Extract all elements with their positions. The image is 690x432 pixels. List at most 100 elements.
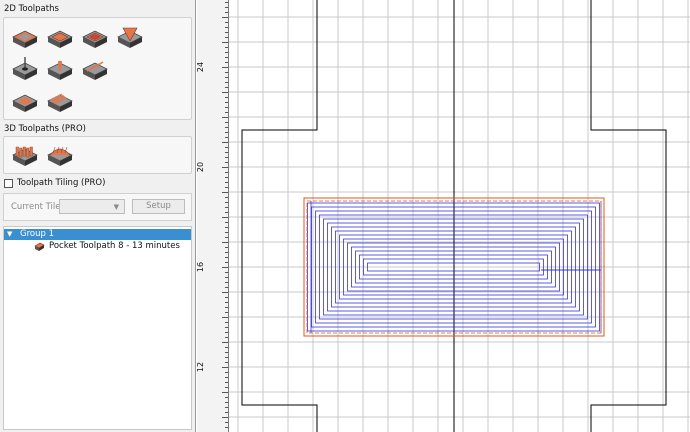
tree-group-row[interactable]: ▼ Group 1 [4,229,191,240]
toolpath-tiling-label: Toolpath Tiling (PRO) [17,178,106,188]
ruler-tick [222,167,228,168]
toolpaths-panel: 2D Toolpaths 3D Toolpaths (PRO) Toolpath… [0,0,196,432]
ruler-tick [225,147,228,148]
ruler-tick [225,227,228,228]
ruler-tick [222,42,228,43]
ruler-tick [225,257,228,258]
ruler-tick [225,32,228,33]
ruler-tick [222,292,228,293]
expand-arrow-icon[interactable]: ▼ [7,229,12,240]
ruler-tick [225,327,228,328]
ruler-tick [225,37,228,38]
2d-view[interactable] [229,0,690,432]
ruler-tick [225,162,228,163]
ruler-tick [225,352,228,353]
ruler-tick [222,392,228,393]
ruler-tick [225,7,228,8]
ruler-tick [222,217,228,218]
ruler-tick [225,82,228,83]
ruler-tick [225,297,228,298]
ruler-tick [225,137,228,138]
ruler-tick [222,367,228,368]
ruler-tick [225,422,228,423]
v-carve-toolpath-icon[interactable] [116,23,144,51]
ruler-tick [225,177,228,178]
ruler-tick [222,67,228,68]
ruler-tick [225,2,228,3]
ruler-tick [222,117,228,118]
ruler-tick [225,372,228,373]
ruler-tick [225,97,228,98]
ruler-tick [225,27,228,28]
ruler-tick [225,22,228,23]
2d-toolpaths-toolbox [3,17,192,120]
ruler-tick [225,287,228,288]
ruler-tick [225,132,228,133]
ruler-tick [225,252,228,253]
ruler-tick [225,222,228,223]
3d-finishing-toolpath-icon[interactable] [46,141,74,169]
ruler-tick [225,377,228,378]
ruler-tick [225,202,228,203]
ruler-tick [222,242,228,243]
ruler-tick [222,92,228,93]
ruler-tick [225,182,228,183]
ruler-tick [225,107,228,108]
ruler-tick [225,47,228,48]
ruler-tick [225,232,228,233]
pocket-toolpath-icon[interactable] [46,23,74,51]
3d-toolpaths-toolbox [3,136,192,174]
ruler-tick [225,412,228,413]
ruler-tick [225,12,228,13]
current-tile-dropdown[interactable]: ▼ [59,199,125,214]
current-tile-row: Current Tile ▼ Setup [3,193,192,221]
ruler-tick [225,62,228,63]
ruler-tick [225,312,228,313]
ruler-tick [225,72,228,73]
ruler-tick [225,272,228,273]
ruler-label: 16 [196,261,205,273]
ruler-tick [225,77,228,78]
ruler-tick [225,322,228,323]
ruler-tick [225,282,228,283]
ruler-tick [225,57,228,58]
2d-view-drawing[interactable] [229,0,690,432]
ruler-tick [225,337,228,338]
ruler-tick [222,342,228,343]
ruler-tick [225,277,228,278]
ruler-tick [225,127,228,128]
ruler-tick [225,247,228,248]
3d-roughing-toolpath-icon[interactable] [11,141,39,169]
ruler-tick [222,17,228,18]
texture-toolpath-icon[interactable] [81,55,109,83]
fluting-toolpath-icon[interactable] [46,55,74,83]
ruler-tick [225,52,228,53]
ruler-tick [222,317,228,318]
ruler-label: 20 [196,161,205,173]
ruler-tick [225,302,228,303]
profile-toolpath-icon[interactable] [11,23,39,51]
ruler-tick [225,187,228,188]
ruler-tick [225,347,228,348]
moulding-toolpath-icon[interactable] [46,87,74,115]
ruler-tick [222,417,228,418]
drawing-canvas[interactable]: 24 20 16 12 [196,0,690,432]
ruler-tick [225,197,228,198]
ruler-tick [225,307,228,308]
pocket-toolpath-icon [34,242,45,251]
ruler-tick [225,152,228,153]
setup-button[interactable]: Setup [132,199,185,214]
toolpath-tiling-checkbox[interactable] [4,179,13,188]
group-label: Group 1 [20,229,54,239]
ruler-tick [225,237,228,238]
ruler-tick [225,87,228,88]
ruler-tick [225,402,228,403]
ruler-tick [225,207,228,208]
quick-engrave-toolpath-icon[interactable] [81,23,109,51]
prism-toolpath-icon[interactable] [11,87,39,115]
section-2d-toolpaths-title: 2D Toolpaths [4,4,59,14]
ruler-tick [225,332,228,333]
ruler-tick [225,357,228,358]
toolpath-label: Pocket Toolpath 8 - 13 minutes [49,241,180,251]
drilling-toolpath-icon[interactable] [11,55,39,83]
